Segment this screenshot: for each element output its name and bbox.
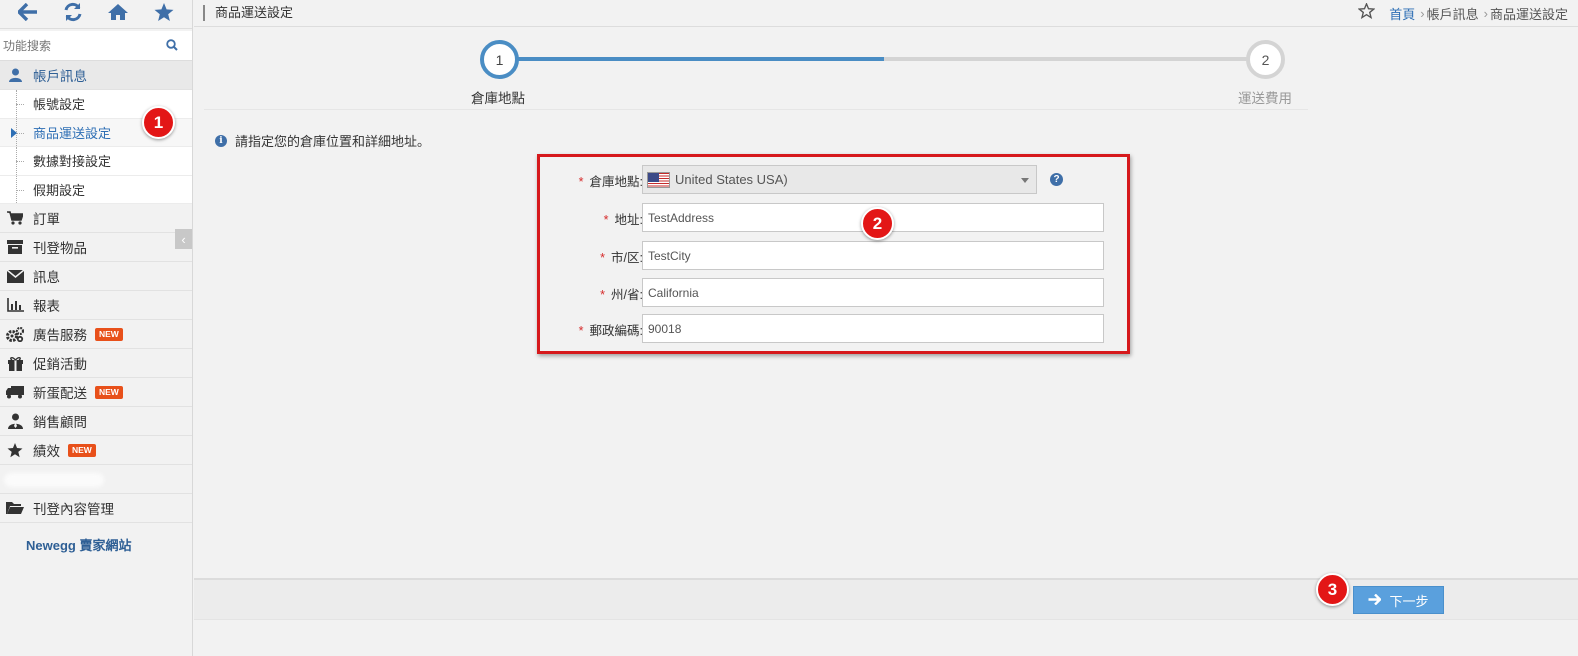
warehouse-row: * 倉庫地點: United States USA) ? [540,165,1127,195]
sidebar: 帳戶訊息 帳號設定 商品運送設定 數據對接設定 假期設定 訂單 刊登物品 訊息 … [0,0,193,656]
step-progress-fill [509,57,884,61]
sidebar-toolbar [0,0,192,29]
sidebar-item-sales-consultant[interactable]: 銷售顧問 [0,407,192,436]
newegg-seller-site-link[interactable]: Newegg 賣家網站 [0,523,192,554]
step-1-circle: 1 [480,40,519,79]
state-input[interactable]: California [642,278,1104,307]
refresh-icon[interactable] [63,2,83,26]
arrow-right-icon [1368,592,1383,608]
gears-icon [4,326,26,342]
annotation-marker-3: 3 [1316,573,1349,606]
breadcrumb-home-link[interactable]: 首頁 [1389,4,1415,23]
warehouse-label: * 倉庫地點: [578,175,643,189]
folder-open-icon [4,501,26,515]
annotation-marker-2: 2 [861,207,894,240]
truck-icon [4,385,26,399]
new-badge: NEW [95,327,123,341]
breadcrumb-account-info[interactable]: 帳戶訊息 [1427,4,1479,23]
city-row: * 市/区: TestCity [540,241,1127,271]
sidebar-item-label: 帳戶訊息 [33,69,87,84]
step-2-label: 運送費用 [1238,91,1292,106]
sidebar-item-messages[interactable]: 訊息 [0,262,192,291]
info-icon: i [215,134,227,147]
sidebar-item-performance[interactable]: 績效 NEW [0,436,192,465]
next-step-button[interactable]: 下一步 [1353,586,1444,614]
breadcrumb-current: 商品運送設定 [1489,6,1568,22]
zip-row: * 郵政編碼: 90018 [540,314,1127,344]
breadcrumb-separator: › [1483,5,1488,21]
active-caret-icon [11,127,17,138]
breadcrumb-separator: › [1420,5,1425,21]
user-icon [4,68,26,82]
back-icon[interactable] [17,2,38,25]
step-1-label: 倉庫地點 [471,91,525,106]
bar-chart-icon [4,298,26,312]
sub-item-data-integration[interactable]: 數據對接設定 [0,147,192,176]
chevron-down-icon [1021,178,1029,183]
breadcrumb: 首頁 › 帳戶訊息 › 商品運送設定 [1357,1,1578,24]
footer-bar: 下一步 [194,578,1578,620]
new-badge: NEW [95,385,123,399]
sidebar-item-account-info[interactable]: 帳戶訊息 [0,61,192,90]
annotation-marker-1: 1 [142,106,175,139]
sidebar-item-content-management[interactable]: 刊登內容管理 [0,494,192,523]
sidebar-item-advertising[interactable]: 廣告服務 NEW [0,320,192,349]
sidebar-item-reports[interactable]: 報表 [0,291,192,320]
city-input[interactable]: TestCity [642,241,1104,270]
sidebar-item-listings[interactable]: 刊登物品 [0,233,192,262]
home-icon[interactable] [107,3,129,25]
address-row: * 地址: TestAddress [540,203,1127,233]
warehouse-select[interactable]: United States USA) [642,165,1037,194]
collapse-sidebar-icon[interactable]: ‹ [175,229,192,249]
state-label: * 州/省: [600,288,643,302]
main-content: 商品運送設定 首頁 › 帳戶訊息 › 商品運送設定 1 2 倉庫地點 運送費用 … [194,0,1578,656]
page-title: 商品運送設定 [203,5,293,21]
warehouse-form-highlight: * 倉庫地點: United States USA) ? * 地址: TestAdd… [537,154,1130,354]
us-flag-icon [647,171,670,188]
address-label: * 地址: [603,213,643,227]
state-row: * 州/省: California [540,278,1127,308]
sidebar-item-promotions[interactable]: 促銷活動 [0,349,192,378]
envelope-icon [4,269,26,283]
favorite-star-icon[interactable] [1357,1,1376,24]
top-bar: 商品運送設定 首頁 › 帳戶訊息 › 商品運送設定 [194,0,1578,27]
zip-label: * 郵政編碼: [578,324,643,338]
city-label: * 市/区: [600,251,643,265]
function-search-input[interactable] [0,32,160,59]
redacted-menu-item[interactable] [0,465,192,494]
new-badge: NEW [68,443,96,457]
info-message: i 請指定您的倉庫位置和詳細地址。 [215,131,430,150]
sidebar-item-newegg-shipping[interactable]: 新蛋配送 NEW [0,378,192,407]
search-icon[interactable] [166,39,178,54]
archive-icon [4,240,26,254]
step-2-circle: 2 [1246,40,1285,79]
zip-input[interactable]: 90018 [642,314,1104,343]
function-search [0,31,192,61]
gift-icon [4,356,26,371]
step-wizard: 1 2 倉庫地點 運送費用 [204,28,1308,110]
sidebar-item-orders[interactable]: 訂單 [0,204,192,233]
star-icon [4,442,26,458]
star-icon[interactable] [154,2,174,26]
cart-icon [4,211,26,225]
user-tie-icon [4,413,26,429]
sub-item-holiday-settings[interactable]: 假期設定 [0,175,192,204]
help-icon[interactable]: ? [1050,173,1063,186]
